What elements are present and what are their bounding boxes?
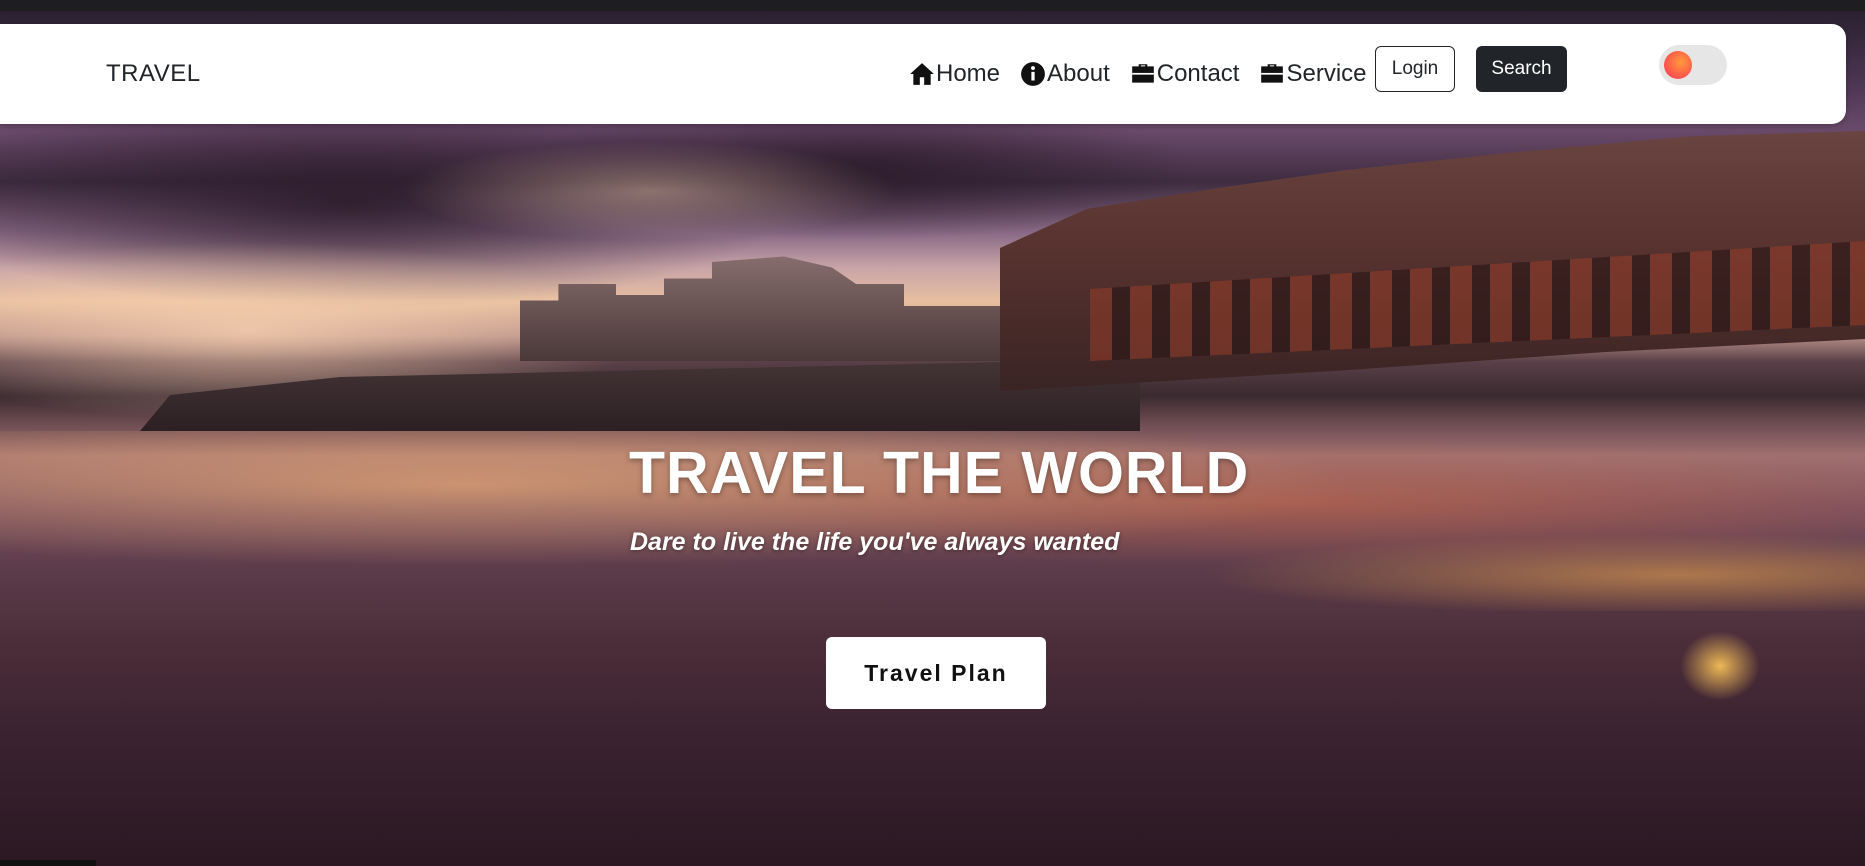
hero-section: TRAVEL THE WORLD Dare to live the life y…: [0, 11, 1865, 866]
nav-link-label: Home: [936, 60, 1001, 87]
corner-indicator: [0, 860, 96, 866]
travel-plan-button[interactable]: Travel Plan: [826, 637, 1046, 709]
nav-link-label: About: [1047, 60, 1110, 87]
search-button[interactable]: Search: [1476, 46, 1567, 92]
nav-link-label: Contact: [1156, 60, 1240, 87]
hero-title: TRAVEL THE WORLD: [629, 440, 1250, 506]
hero-light-sparkle: [1680, 631, 1760, 701]
home-icon: [910, 63, 934, 85]
nav-links: Home About Contact Service: [909, 60, 1367, 88]
brand-logo[interactable]: TRAVEL: [106, 60, 201, 88]
info-icon: [1021, 62, 1045, 86]
theme-toggle[interactable]: [1659, 45, 1727, 85]
briefcase-icon: [1131, 64, 1154, 83]
login-button[interactable]: Login: [1375, 46, 1455, 92]
hero-subtitle: Dare to live the life you've always want…: [630, 528, 1120, 556]
nav-link-contact[interactable]: Contact: [1130, 60, 1240, 88]
nav-link-label: Service: [1286, 60, 1367, 87]
navbar: TRAVEL Home About Contact Service Login …: [0, 24, 1846, 124]
theme-toggle-knob: [1664, 51, 1692, 79]
nav-link-home[interactable]: Home: [909, 60, 1000, 88]
hero-sky-glow: [400, 141, 900, 241]
browser-top-strip: [0, 0, 1865, 11]
nav-link-service[interactable]: Service: [1259, 60, 1367, 88]
nav-link-about[interactable]: About: [1020, 60, 1110, 88]
briefcase-icon: [1261, 64, 1284, 83]
